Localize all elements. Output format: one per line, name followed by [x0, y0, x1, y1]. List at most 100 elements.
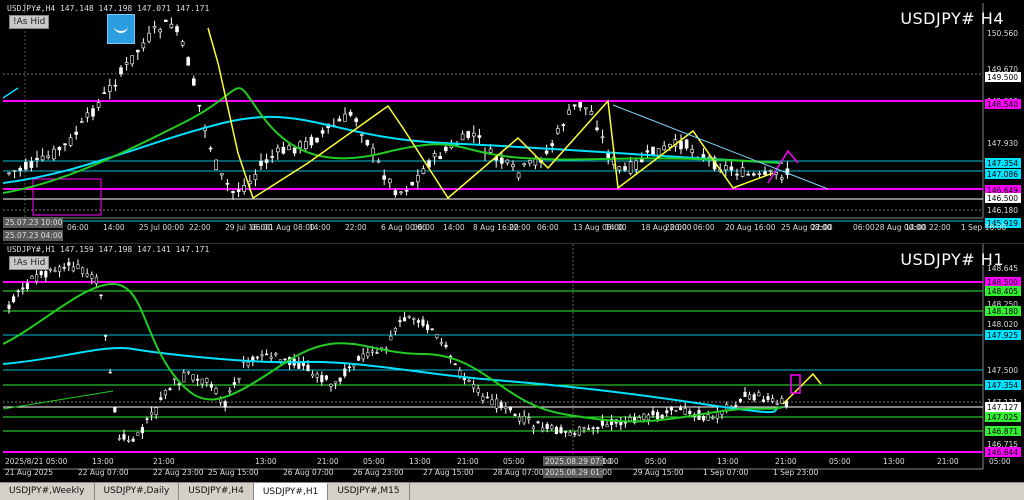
h1-date-label: 28 Aug 07:00: [493, 468, 544, 477]
h4-price-label: 148.540: [987, 100, 1018, 109]
h4-candle-body: [18, 167, 22, 171]
h4-candle-body: [404, 190, 409, 192]
h4-candle-body: [12, 170, 17, 172]
h4-candle-body: [679, 140, 683, 150]
h4-candle-body: [415, 175, 420, 183]
h1-candle-body: [44, 270, 48, 278]
h4-candle-body: [46, 155, 51, 158]
h1-chart-canvas[interactable]: 148.645148.500148.405148.250148.180148.0…: [3, 244, 1024, 482]
h1-chart-pane[interactable]: 148.645 148.500 148.405 148.250 148.180 148.0…: [3, 244, 1024, 482]
h1-candle-body: [347, 366, 351, 369]
h1-time-label: 21:00: [775, 457, 797, 466]
h4-candle-body: [169, 23, 174, 29]
h4-candle-body: [365, 139, 370, 146]
h1-candle-body: [283, 358, 287, 361]
h1-candle-body: [398, 320, 402, 323]
h4-candle-body: [197, 104, 202, 107]
h4-candle-body: [208, 147, 213, 150]
h1-candle-body: [182, 372, 186, 383]
h4-candle-body: [690, 149, 695, 153]
h1-candle-body: [154, 407, 158, 415]
h4-candle-body: [236, 189, 241, 192]
h4-candle-body: [220, 173, 224, 176]
h4-hide-button[interactable]: !As Hid: [9, 15, 50, 29]
chart-tab-0[interactable]: USDJPY#,Weekly: [0, 483, 95, 500]
h4-chart-canvas[interactable]: 150.560149.670149.500149.000148.540147.9…: [3, 3, 1024, 243]
h1-candle-body: [168, 388, 172, 391]
h4-candle-body: [684, 139, 689, 149]
h4-time-label: 14:00: [309, 223, 331, 232]
h1-candle-body: [642, 413, 646, 420]
h4-time-label: 14:00: [443, 223, 465, 232]
h1-candle-body: [104, 335, 108, 337]
h1-time-label: 13:00: [883, 457, 905, 466]
h1-candle-body: [444, 344, 448, 348]
h1-time-label: 13:00: [92, 457, 114, 466]
chart-tab-3[interactable]: USDJPY#,H1: [253, 483, 329, 500]
h1-date-label: 27 Aug 15:00: [423, 468, 474, 477]
h1-candle-body: [30, 276, 34, 279]
h1-candle-body: [338, 377, 342, 382]
h1-candle-body: [62, 267, 66, 269]
h1-candle-body: [255, 356, 259, 359]
h4-candle-body: [550, 143, 555, 147]
h1-candle-body: [550, 425, 554, 429]
h4-candle-body: [23, 162, 28, 170]
h4-candle-body: [359, 134, 364, 136]
h4-candle-body: [432, 152, 437, 158]
h4-candle-body: [80, 121, 84, 123]
h1-date-label: 1 Sep 23:00: [773, 468, 819, 477]
h1-candle-body: [71, 266, 75, 272]
expert-advisor-smiley-icon[interactable]: [107, 14, 135, 44]
h4-candle-body: [499, 157, 504, 164]
h1-candle-body: [504, 406, 508, 409]
h1-candle-body: [265, 353, 269, 356]
h4-trendline: [612, 104, 829, 190]
h1-candle-body: [214, 388, 218, 394]
h1-candle-body: [209, 384, 213, 388]
h1-symbol-title: USDJPY# H1: [900, 250, 1004, 269]
chart-tab-1[interactable]: USDJPY#,Daily: [94, 483, 180, 500]
h4-chart-pane[interactable]: 150.560149.670149.500149.000148.540147.9…: [3, 3, 1024, 244]
h1-candle-body: [490, 399, 494, 406]
h4-candle-body: [259, 160, 263, 166]
h4-candle-body: [399, 191, 403, 194]
h4-green-ma: [3, 87, 784, 194]
h1-candle-body: [315, 373, 319, 378]
h1-candle-body: [375, 352, 379, 354]
h1-candle-body: [669, 406, 673, 411]
h4-candle-body: [354, 118, 359, 122]
h1-candle-body: [12, 296, 16, 303]
chart-tab-4[interactable]: USDJPY#,M15: [328, 483, 410, 500]
h1-candle-body: [232, 382, 236, 385]
h1-candle-body: [131, 438, 135, 442]
h1-date-label: 25 Aug 15:00: [208, 468, 259, 477]
h4-time-label: 06:00: [413, 223, 435, 232]
h4-candle-body: [298, 141, 303, 148]
h1-time-label: 05:00: [645, 457, 667, 466]
chart-tab-2[interactable]: USDJPY#,H4: [179, 483, 254, 500]
h4-symbol-title: USDJPY# H4: [900, 9, 1004, 28]
h1-candle-body: [757, 392, 761, 397]
h4-corner-label: 25.07.23 10:00: [5, 218, 63, 227]
h1-candle-body: [536, 421, 540, 424]
h4-candle-body: [231, 191, 235, 193]
h1-candle-body: [499, 402, 503, 409]
h1-time-label: 21:00: [937, 457, 959, 466]
h1-hide-button[interactable]: !As Hid: [9, 256, 50, 270]
h1-candle-body: [559, 427, 563, 434]
h4-candle-body: [35, 157, 39, 161]
h1-candle-body: [25, 282, 29, 289]
h4-candle-body: [505, 159, 510, 164]
h4-candle-body: [763, 171, 767, 175]
h1-candle-body: [577, 426, 581, 436]
h1-candle-body: [426, 324, 430, 331]
h4-time-label: 25 Jul 00:00: [139, 223, 184, 232]
h4-candle-body: [275, 147, 280, 153]
h1-candle-body: [518, 416, 522, 422]
h4-candle-body: [253, 174, 258, 180]
chart-tabs-bar: USDJPY#,Weekly USDJPY#,Daily USDJPY#,H4 USD…: [0, 482, 1024, 500]
h1-price-label: 147.354: [987, 381, 1018, 390]
h4-candle-body: [141, 42, 146, 49]
h1-candle-body: [711, 417, 715, 419]
